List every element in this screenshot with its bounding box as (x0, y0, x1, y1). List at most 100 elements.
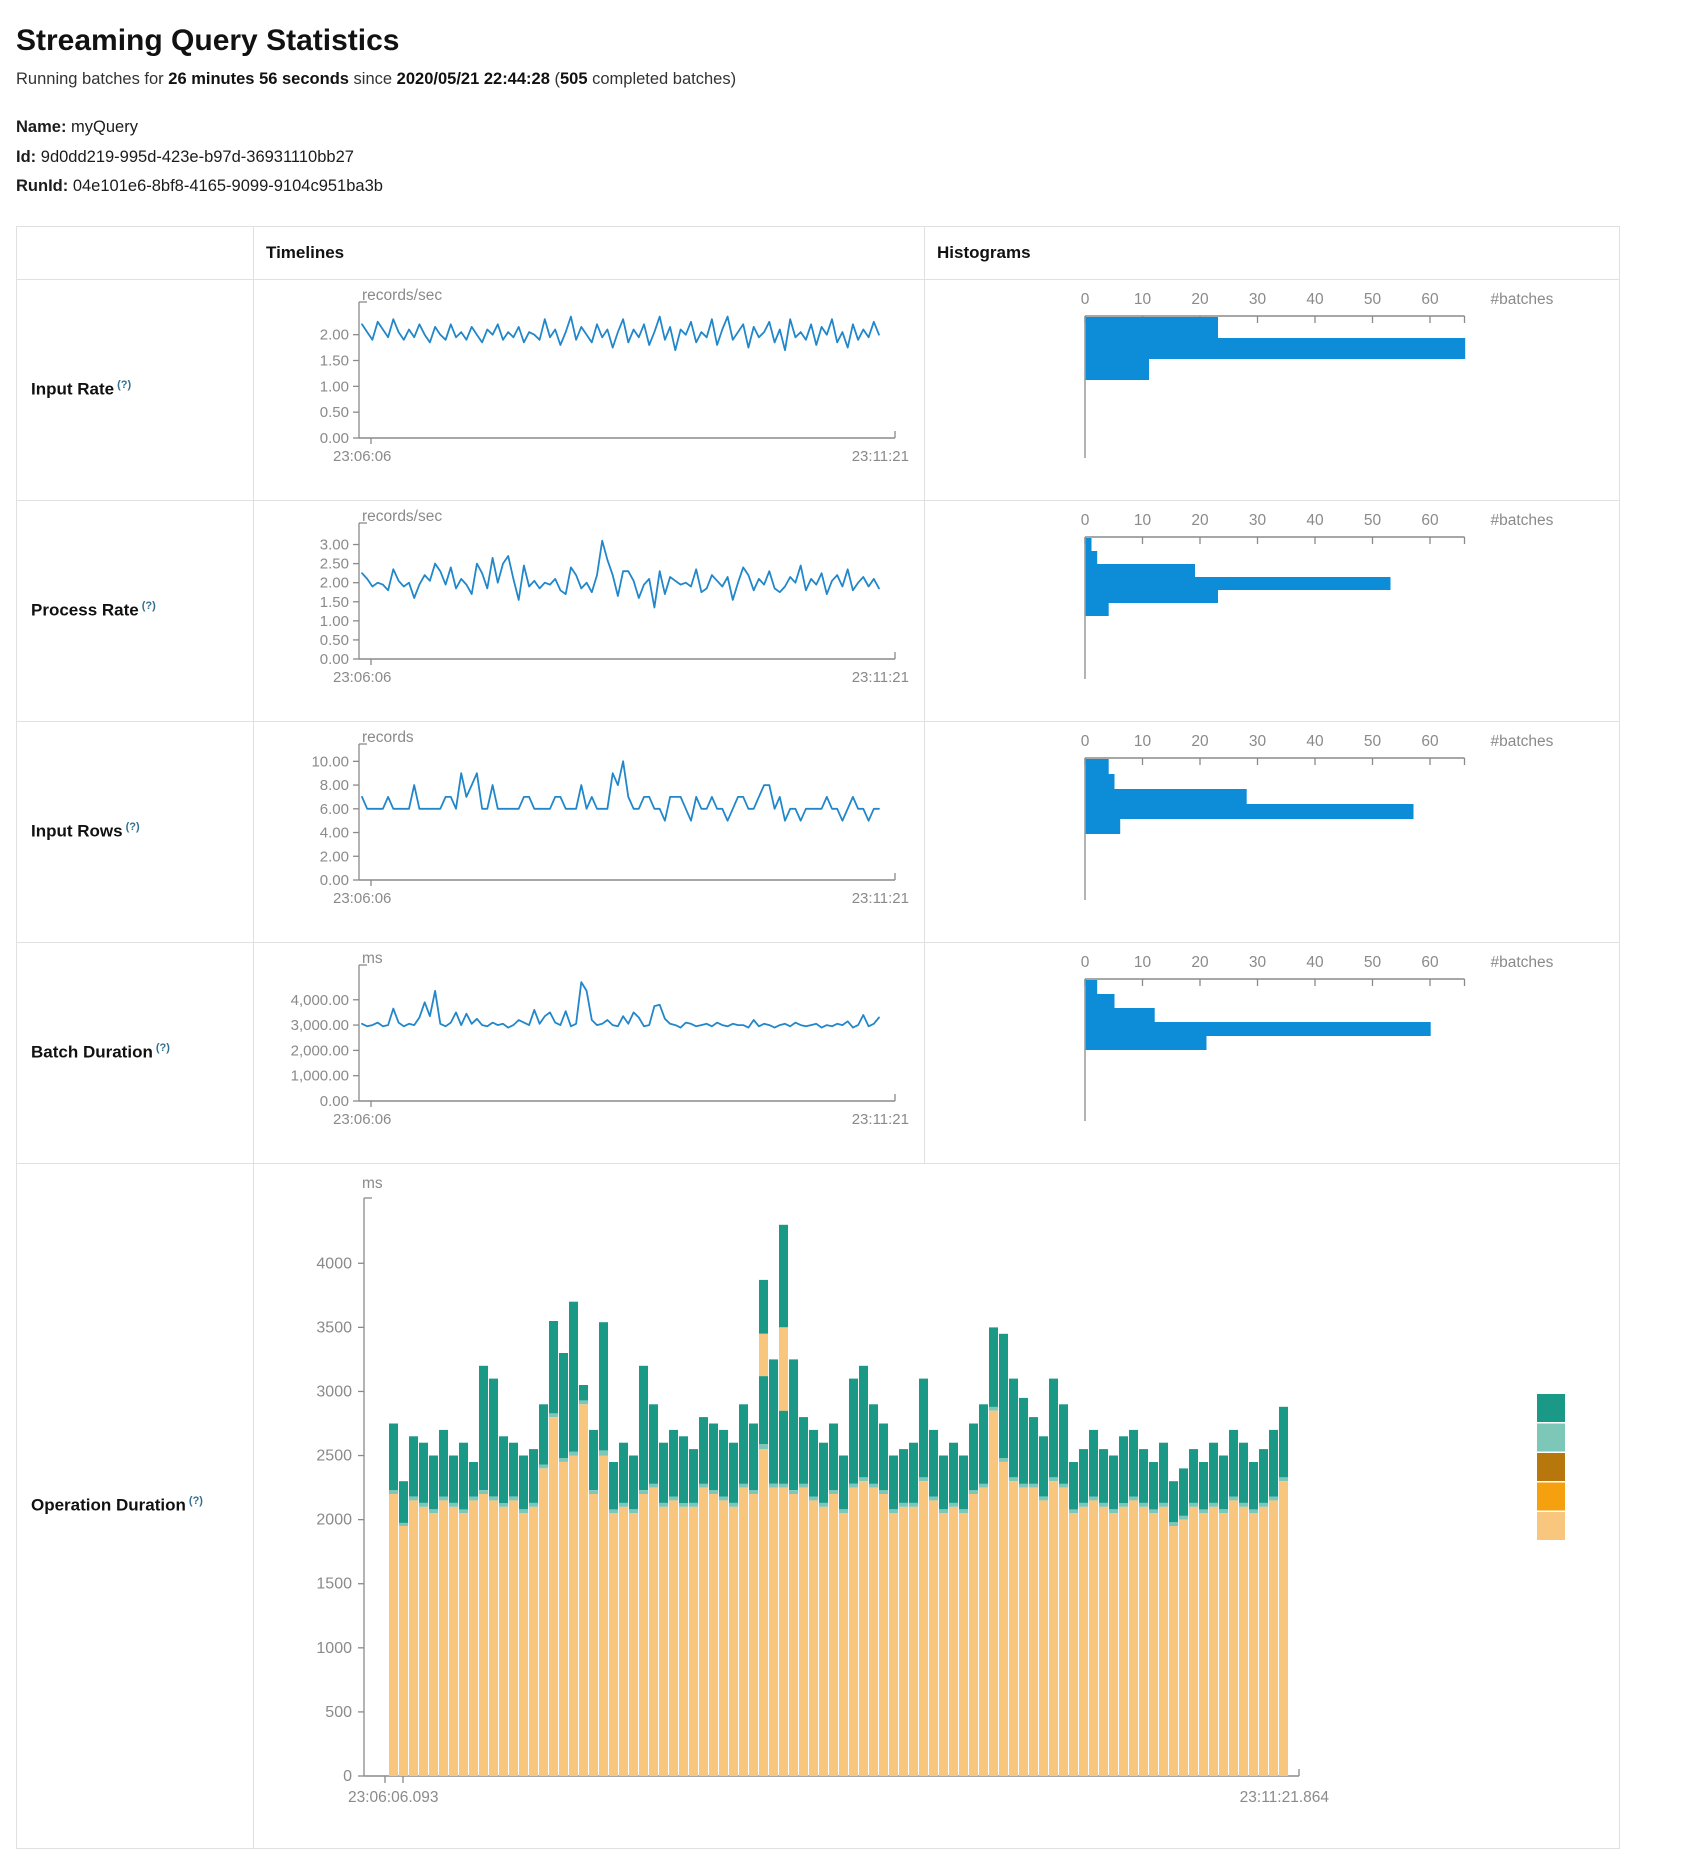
page-title: Streaming Query Statistics (16, 24, 1693, 58)
process-rate-timeline-chart[interactable]: records/sec3.002.502.001.501.000.500.002… (254, 507, 924, 704)
svg-text:10: 10 (1134, 954, 1152, 971)
batch-duration-help-icon[interactable]: (?) (156, 1042, 170, 1054)
process-rate-label-cell: Process Rate(?) (17, 500, 254, 721)
operation-duration-help-icon[interactable]: (?) (189, 1495, 203, 1507)
timelines-column-header: Timelines (254, 226, 925, 279)
input-rate-timeline-chart[interactable]: records/sec2.001.501.000.500.0023:06:062… (254, 286, 924, 483)
svg-text:23:11:21: 23:11:21 (852, 669, 909, 686)
batch-duration-row: Batch Duration(?) ms4,000.003,000.002,00… (17, 942, 1620, 1163)
svg-text:3,000.00: 3,000.00 (291, 1017, 349, 1034)
svg-text:0.50: 0.50 (320, 632, 349, 649)
svg-text:60: 60 (1421, 512, 1439, 529)
svg-text:2000: 2000 (316, 1511, 352, 1528)
running-prefix: Running batches for (16, 70, 164, 88)
statistics-table: Timelines Histograms Input Rate(?) recor… (16, 226, 1620, 1849)
process-rate-help-icon[interactable]: (?) (142, 600, 156, 612)
input-rate-row: Input Rate(?) records/sec2.001.501.000.5… (17, 279, 1620, 500)
process-rate-row: Process Rate(?) records/sec3.002.502.001… (17, 500, 1620, 721)
svg-text:60: 60 (1421, 733, 1439, 750)
operation-duration-chart[interactable]: ms4000350030002500200015001000500023:06:… (254, 1172, 1619, 1845)
input-rate-label-cell: Input Rate(?) (17, 279, 254, 500)
svg-text:30: 30 (1249, 733, 1267, 750)
input-rows-timeline-chart[interactable]: records10.008.006.004.002.000.0023:06:06… (254, 728, 924, 925)
query-name-label: Name: (16, 118, 66, 136)
start-time: 2020/05/21 22:44:28 (397, 70, 550, 88)
batch-duration-histogram-cell: 0102030405060#batches (925, 942, 1620, 1163)
input-rows-label-cell: Input Rows(?) (17, 721, 254, 942)
svg-text:1.00: 1.00 (320, 613, 349, 630)
operation-duration-chart-cell: ms4000350030002500200015001000500023:06:… (254, 1163, 1620, 1848)
svg-text:2.50: 2.50 (320, 555, 349, 572)
svg-text:50: 50 (1364, 733, 1382, 750)
svg-text:2.00: 2.00 (320, 574, 349, 591)
svg-text:2.00: 2.00 (320, 848, 349, 865)
svg-text:23:06:06: 23:06:06 (333, 890, 391, 907)
completed-batches-suffix: completed batches) (588, 70, 737, 88)
svg-text:23:11:21.864: 23:11:21.864 (1240, 1789, 1330, 1806)
svg-text:10: 10 (1134, 512, 1152, 529)
query-runid-value: 04e101e6-8bf8-4165-9099-9104c951ba3b (73, 177, 383, 195)
query-id-label: Id: (16, 148, 36, 166)
input-rate-histogram-cell: 0102030405060#batches (925, 279, 1620, 500)
input-rate-label: Input Rate (31, 380, 114, 399)
svg-text:23:06:06: 23:06:06 (333, 1111, 391, 1128)
input-rate-help-icon[interactable]: (?) (117, 379, 131, 391)
svg-text:60: 60 (1421, 954, 1439, 971)
input-rows-histogram-chart: 0102030405060#batches (925, 728, 1619, 925)
batch-duration-label-cell: Batch Duration(?) (17, 942, 254, 1163)
input-rows-histogram-cell: 0102030405060#batches (925, 721, 1620, 942)
svg-text:1,000.00: 1,000.00 (291, 1067, 349, 1084)
process-rate-timeline-cell: records/sec3.002.502.001.501.000.500.002… (254, 500, 925, 721)
svg-text:2,000.00: 2,000.00 (291, 1042, 349, 1059)
svg-text:60: 60 (1421, 291, 1439, 308)
svg-text:0: 0 (1081, 954, 1090, 971)
query-id-value: 9d0dd219-995d-423e-b97d-36931110bb27 (41, 148, 354, 166)
svg-text:0: 0 (1081, 512, 1090, 529)
svg-text:6.00: 6.00 (320, 800, 349, 817)
input-rate-timeline-cell: records/sec2.001.501.000.500.0023:06:062… (254, 279, 925, 500)
svg-text:4,000.00: 4,000.00 (291, 991, 349, 1008)
svg-text:records/sec: records/sec (362, 287, 442, 304)
svg-text:1.50: 1.50 (320, 593, 349, 610)
completed-batches-count: 505 (560, 70, 588, 88)
svg-text:0.00: 0.00 (320, 430, 349, 447)
svg-text:40: 40 (1306, 512, 1324, 529)
svg-text:23:11:21: 23:11:21 (852, 448, 909, 465)
input-rows-timeline-cell: records10.008.006.004.002.000.0023:06:06… (254, 721, 925, 942)
svg-text:0: 0 (343, 1768, 352, 1785)
batch-duration-timeline-chart[interactable]: ms4,000.003,000.002,000.001,000.000.0023… (254, 949, 924, 1146)
process-rate-label: Process Rate (31, 601, 139, 620)
query-name-line: Name: myQuery (16, 115, 1693, 141)
since-word: since (354, 70, 393, 88)
svg-text:0.00: 0.00 (320, 1093, 349, 1110)
svg-text:20: 20 (1191, 954, 1209, 971)
svg-text:2.00: 2.00 (320, 326, 349, 343)
batch-duration-label: Batch Duration (31, 1043, 153, 1062)
svg-text:23:11:21: 23:11:21 (852, 1111, 909, 1128)
svg-text:500: 500 (325, 1704, 352, 1721)
svg-text:3500: 3500 (316, 1319, 352, 1336)
input-rows-help-icon[interactable]: (?) (126, 821, 140, 833)
svg-text:30: 30 (1249, 512, 1267, 529)
svg-text:50: 50 (1364, 512, 1382, 529)
query-runid-line: RunId: 04e101e6-8bf8-4165-9099-9104c951b… (16, 174, 1693, 200)
svg-text:records: records (362, 729, 414, 746)
svg-text:0.00: 0.00 (320, 872, 349, 889)
svg-text:20: 20 (1191, 291, 1209, 308)
input-rows-row: Input Rows(?) records10.008.006.004.002.… (17, 721, 1620, 942)
svg-text:50: 50 (1364, 954, 1382, 971)
svg-text:40: 40 (1306, 291, 1324, 308)
svg-text:3000: 3000 (316, 1383, 352, 1400)
corner-cell (17, 226, 254, 279)
svg-text:0.00: 0.00 (320, 651, 349, 668)
svg-text:20: 20 (1191, 733, 1209, 750)
svg-text:0.50: 0.50 (320, 404, 349, 421)
batch-duration-histogram-chart: 0102030405060#batches (925, 949, 1619, 1146)
svg-text:40: 40 (1306, 733, 1324, 750)
svg-text:ms: ms (362, 1175, 383, 1192)
svg-text:10: 10 (1134, 291, 1152, 308)
svg-text:30: 30 (1249, 291, 1267, 308)
svg-text:#batches: #batches (1491, 733, 1554, 750)
query-runid-label: RunId: (16, 177, 68, 195)
svg-text:#batches: #batches (1491, 291, 1554, 308)
